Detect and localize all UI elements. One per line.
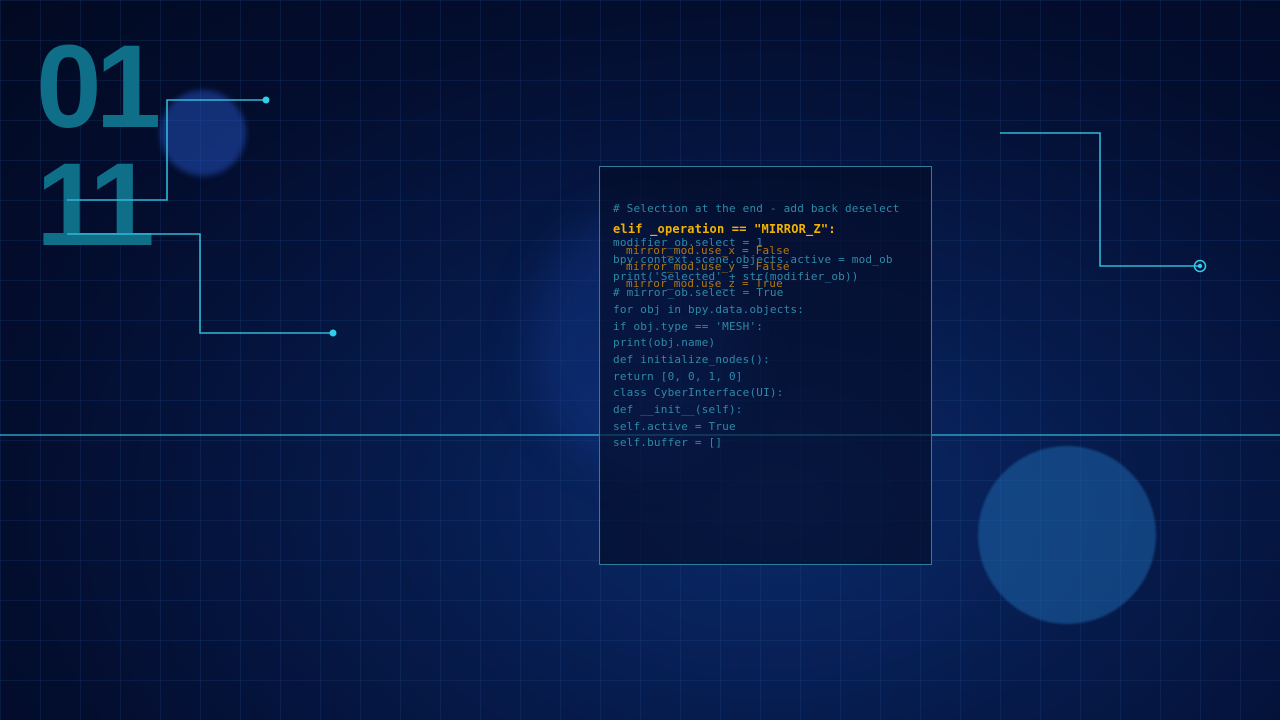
code-line: def initialize_nodes(): bbox=[613, 353, 770, 366]
circuit-trace-right bbox=[1000, 132, 1200, 267]
code-line: self.buffer = [] bbox=[613, 436, 723, 449]
circuit-trace-mid-left bbox=[67, 233, 333, 334]
code-line: def __init__(self): bbox=[613, 403, 743, 416]
code-line: self.active = True bbox=[613, 420, 736, 433]
code-line: for obj in bpy.data.objects: bbox=[613, 303, 805, 316]
circuit-node-dot bbox=[1197, 263, 1203, 269]
code-line: return [0, 0, 1, 0] bbox=[613, 370, 743, 383]
code-highlight-line: elif _operation == "MIRROR_Z": bbox=[613, 222, 836, 236]
circuit-node-dot bbox=[329, 329, 337, 337]
circuit-trace-top-left bbox=[67, 99, 266, 201]
code-line: # Selection at the end - add back desele… bbox=[613, 202, 900, 215]
circuit-node-dot bbox=[262, 96, 270, 104]
code-line: print(obj.name) bbox=[613, 336, 716, 349]
code-line: if obj.type == 'MESH': bbox=[613, 320, 764, 333]
code-line: # mirror_ob.select = True bbox=[613, 286, 784, 299]
code-line: class CyberInterface(UI): bbox=[613, 386, 784, 399]
